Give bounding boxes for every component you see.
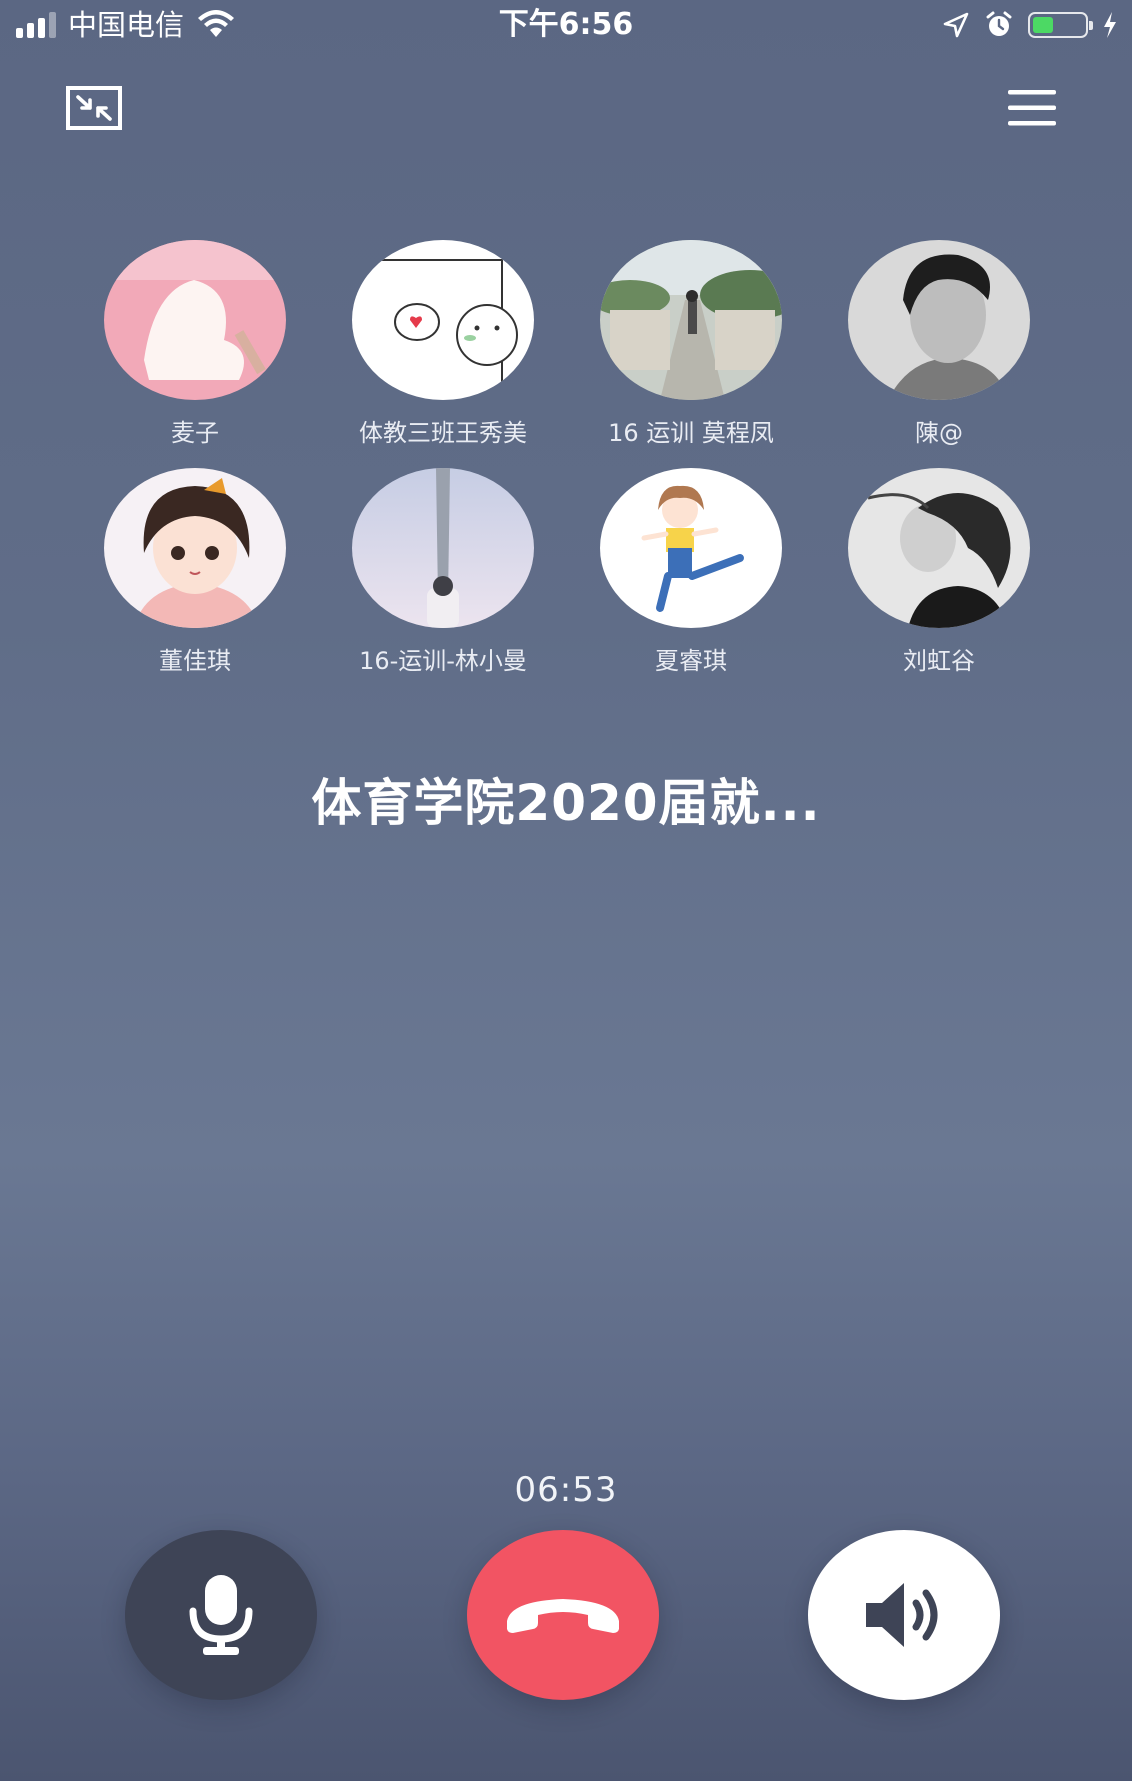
microphone-icon	[189, 1575, 253, 1655]
speaker-button[interactable]	[808, 1530, 1000, 1700]
menu-button[interactable]	[1008, 88, 1056, 128]
participant-name: 体教三班王秀美	[359, 419, 527, 447]
charging-bolt-icon	[1104, 12, 1116, 38]
hang-up-button[interactable]	[467, 1530, 659, 1700]
participant-tile[interactable]: 16 运训 莫程凤	[586, 240, 834, 468]
participant-name: 刘虹谷	[903, 647, 975, 675]
participant-name: 16-运训-林小曼	[359, 647, 527, 675]
status-bar: 中国电信 下午6:56	[0, 0, 1132, 52]
mute-button[interactable]	[125, 1530, 317, 1700]
minimize-icon	[66, 86, 122, 130]
participant-tile[interactable]: 刘虹谷	[834, 468, 1082, 696]
participant-name: 夏睿琪	[655, 647, 727, 675]
participant-tile[interactable]: 16-运训-林小曼	[338, 468, 586, 696]
participant-name: 16 运训 莫程凤	[608, 419, 774, 447]
battery-icon	[1028, 12, 1093, 38]
sky-tower-avatar	[352, 468, 534, 628]
participant-grid: 麦子 体教三班王秀美 16 运训 莫程凤 陳@ 董佳琪 16-运训-林小曼 夏睿…	[90, 240, 1050, 696]
location-arrow-icon	[943, 12, 969, 38]
participant-tile[interactable]: 麦子	[90, 240, 338, 468]
anime-girl-avatar	[104, 468, 286, 628]
participant-name: 陳@	[915, 419, 963, 447]
cartoon-dancer-avatar	[600, 468, 782, 628]
participant-name: 麦子	[171, 419, 219, 447]
group-call-title: 体育学院2020届就...	[311, 774, 821, 832]
pink-silhouette-avatar	[104, 240, 286, 400]
menu-icon	[1008, 90, 1056, 126]
cartoon-heart-avatar	[352, 240, 534, 400]
speaker-icon	[866, 1583, 938, 1647]
bridge-walk-avatar	[600, 240, 782, 400]
grayscale-woman-avatar	[848, 468, 1030, 628]
participant-tile[interactable]: 体教三班王秀美	[338, 240, 586, 468]
minimize-button[interactable]	[66, 86, 122, 130]
participant-tile[interactable]: 董佳琪	[90, 468, 338, 696]
hang-up-phone-icon	[507, 1599, 619, 1633]
alarm-clock-icon	[986, 11, 1012, 36]
call-duration: 06:53	[514, 1470, 618, 1510]
participant-name: 董佳琪	[159, 647, 231, 675]
participant-tile[interactable]: 夏睿琪	[586, 468, 834, 696]
grayscale-man-avatar	[848, 240, 1030, 400]
participant-tile[interactable]: 陳@	[834, 240, 1082, 468]
